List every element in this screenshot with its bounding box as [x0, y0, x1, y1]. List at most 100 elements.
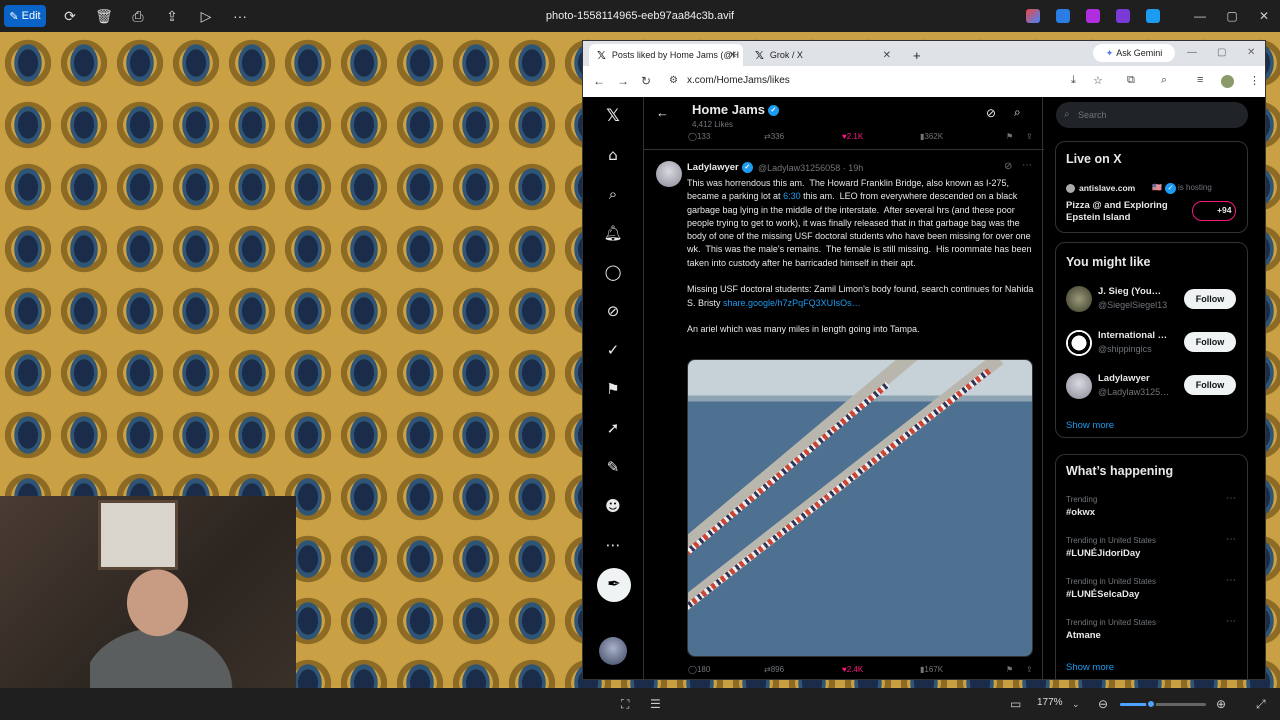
suggestion-name[interactable]: Ladylawyer — [1098, 373, 1178, 384]
tab-likes[interactable]: 𝕏 Posts liked by Home Jams (@H ✕ — [589, 44, 743, 66]
zoom-in-icon[interactable]: ⊕ — [1216, 697, 1226, 711]
suggestion-name[interactable]: J. Sieg (You… — [1098, 286, 1178, 297]
post-author-name[interactable]: Ladylawyer ✓ — [687, 162, 753, 173]
trend-more-icon[interactable]: ⋯ — [1226, 534, 1236, 545]
minimize-icon[interactable]: — — [1184, 9, 1216, 23]
browser-minimize-icon[interactable]: — — [1187, 47, 1197, 58]
extensions-icon[interactable]: ⧉ — [1127, 74, 1135, 87]
share-post-icon[interactable]: ⇪ — [1026, 665, 1033, 674]
trend-name[interactable]: #LUNÉSelcaDay — [1066, 589, 1139, 600]
close-tab-icon[interactable]: ✕ — [729, 50, 737, 61]
trend-more-icon[interactable]: ⋯ — [1226, 575, 1236, 586]
app-icon-3[interactable] — [1116, 9, 1130, 23]
app-icon-1[interactable] — [1056, 9, 1070, 23]
new-tab-button[interactable]: + — [905, 44, 925, 66]
share-post-icon[interactable]: ⇪ — [1026, 132, 1033, 141]
browser-maximize-icon[interactable]: ▢ — [1217, 47, 1226, 58]
compose-post-button[interactable]: ✒ — [597, 568, 631, 602]
grok-icon[interactable]: ⊘ — [601, 299, 625, 323]
reload-icon[interactable]: ↻ — [641, 74, 651, 88]
time-link[interactable]: 6:30 — [783, 191, 801, 201]
adjust-icon[interactable]: ☰ — [650, 697, 661, 711]
live-topic[interactable]: Pizza @ and Exploring Epstein Island — [1066, 200, 1176, 224]
trend-name[interactable]: #LUNÉJidoriDay — [1066, 548, 1140, 559]
delete-icon[interactable]: 🗑 — [90, 4, 118, 28]
show-more-link[interactable]: Show more — [1066, 420, 1114, 431]
post-author-avatar[interactable] — [656, 161, 682, 187]
trend-name[interactable]: Atmane — [1066, 630, 1101, 641]
jobs-icon[interactable]: ➚ — [601, 416, 625, 440]
install-icon[interactable]: ⤓ — [1071, 74, 1076, 87]
app-icon-4[interactable] — [1146, 9, 1160, 23]
repost-icon[interactable]: ⇄ 896 — [764, 665, 784, 674]
avatar[interactable] — [1066, 330, 1092, 356]
zoom-slider-thumb[interactable] — [1145, 699, 1156, 709]
reply-icon[interactable]: ◯ 133 — [688, 132, 710, 141]
zoom-out-icon[interactable]: ⊖ — [1098, 697, 1108, 711]
live-host[interactable]: antislave.com — [1079, 183, 1135, 193]
tab-search-icon[interactable]: ⌕ — [1161, 74, 1167, 87]
x-home-logo-icon[interactable]: 𝕏 — [601, 104, 625, 128]
account-avatar[interactable] — [599, 637, 627, 665]
site-info-icon[interactable]: ⚙ — [669, 75, 678, 86]
bookmark-icon[interactable]: ⚑ — [1006, 132, 1013, 141]
zoom-slider[interactable] — [1120, 699, 1206, 709]
zoom-value[interactable]: 177% — [1037, 697, 1063, 708]
share-link[interactable]: share.google/h7zPqFQ3XUIsOs… — [723, 298, 861, 308]
views-icon[interactable]: ▮ 167K — [920, 665, 943, 674]
avatar[interactable] — [1066, 286, 1092, 312]
home-icon[interactable]: ⌂ — [601, 143, 625, 167]
edit-button[interactable]: ✎ Edit — [4, 5, 46, 27]
avatar[interactable] — [1066, 373, 1092, 399]
share-icon[interactable]: ⇪ — [158, 4, 186, 28]
follow-button[interactable]: Follow — [1184, 289, 1236, 309]
like-icon[interactable]: ♥ 2.1K — [842, 132, 863, 141]
trend-name[interactable]: #okwx — [1066, 507, 1095, 518]
search-input[interactable]: ⌕ Search — [1056, 102, 1248, 128]
show-more-link[interactable]: Show more — [1066, 662, 1114, 673]
like-icon[interactable]: ♥ 2.4K — [842, 665, 863, 674]
notifications-icon[interactable]: 🔔︎ — [601, 221, 625, 245]
app-icon-2[interactable] — [1086, 9, 1100, 23]
url-field[interactable]: x.com/HomeJams/likes — [687, 75, 790, 86]
forward-icon[interactable]: → — [617, 74, 629, 88]
profile-icon[interactable]: ☻ — [601, 494, 625, 518]
browser-close-icon[interactable]: ✕ — [1247, 47, 1255, 58]
fit-icon[interactable]: ▭ — [1010, 697, 1021, 711]
grok-post-icon[interactable]: ⊘ — [1004, 161, 1012, 172]
reply-icon[interactable]: ◯ 180 — [688, 665, 710, 674]
grok-analyze-icon[interactable]: ⊘ — [986, 106, 996, 120]
rotate-icon[interactable]: ⟳ — [56, 4, 84, 28]
suggestion-name[interactable]: International … — [1098, 330, 1178, 341]
explore-icon[interactable]: ⌕ — [601, 182, 625, 206]
search-posts-icon[interactable]: ⌕ — [1014, 105, 1021, 120]
communities-icon[interactable]: ✎ — [601, 455, 625, 479]
bookmark-icon[interactable]: ⚑ — [1006, 665, 1013, 674]
menu-icon[interactable]: ⋮ — [1249, 74, 1260, 87]
profile-avatar[interactable] — [1221, 75, 1234, 88]
follow-button[interactable]: Follow — [1184, 332, 1236, 352]
close-icon[interactable]: ✕ — [1248, 9, 1280, 23]
post-author-handle[interactable]: @Ladylaw31256058 · 19h — [758, 163, 863, 173]
back-arrow-icon[interactable]: ← — [656, 105, 669, 120]
fullscreen-icon[interactable]: ⤢ — [1256, 697, 1266, 712]
bookmark-star-icon[interactable]: ☆ — [1093, 74, 1103, 87]
messages-icon[interactable]: ◯ — [601, 260, 625, 284]
trend-more-icon[interactable]: ⋯ — [1226, 616, 1236, 627]
crop-icon[interactable]: ⛶ — [621, 697, 629, 712]
views-icon[interactable]: ▮ 362K — [920, 132, 943, 141]
post-image[interactable] — [687, 359, 1033, 657]
repost-icon[interactable]: ⇄ 336 — [764, 132, 784, 141]
back-icon[interactable]: ← — [593, 74, 605, 88]
verified-orgs-icon[interactable]: ✓ — [601, 338, 625, 362]
chevron-down-icon[interactable]: ⌄ — [1072, 699, 1080, 710]
trend-more-icon[interactable]: ⋯ — [1226, 493, 1236, 504]
post-more-icon[interactable]: ⋯ — [1022, 160, 1032, 171]
bookmarks-icon[interactable]: ⚑ — [601, 377, 625, 401]
ask-gemini-button[interactable]: ✦ Ask Gemini — [1093, 44, 1175, 62]
more-options-icon[interactable]: ⋯ — [601, 533, 625, 557]
copilot-icon[interactable] — [1026, 9, 1040, 23]
print-icon[interactable]: ⎙ — [124, 4, 152, 28]
more-icon[interactable]: ··· — [226, 4, 254, 28]
slideshow-icon[interactable]: ▷ — [192, 4, 220, 28]
